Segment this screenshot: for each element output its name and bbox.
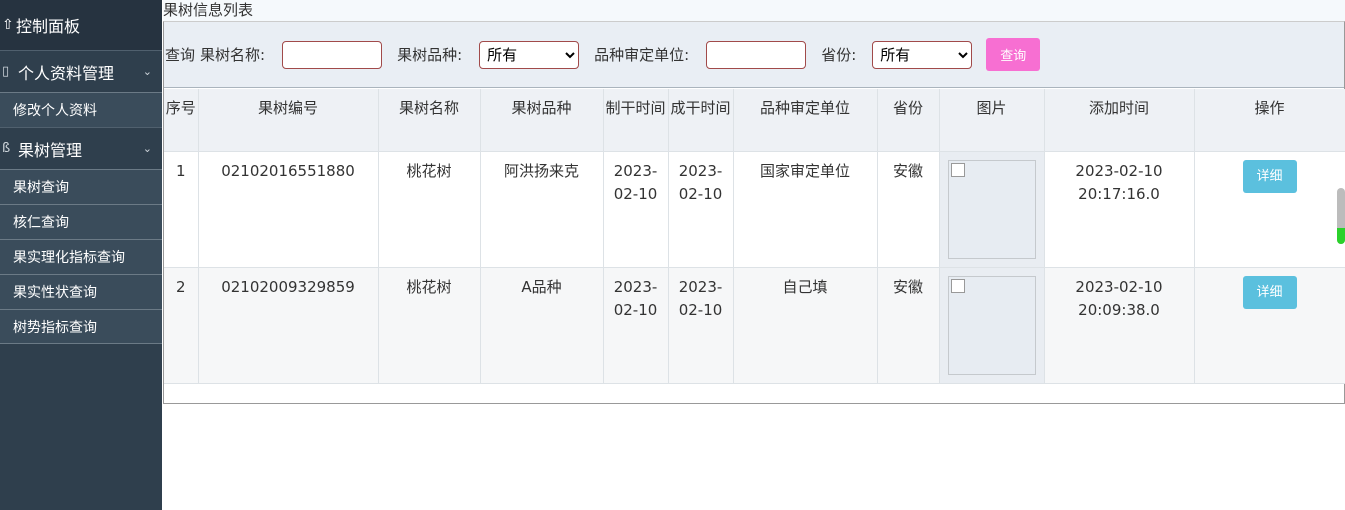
- sidebar-item-edit-profile[interactable]: 修改个人资料: [0, 92, 162, 127]
- cell-index: 2: [164, 267, 199, 384]
- search-bar: 查询 果树名称: 果树品种: 所有 品种审定单位: 省份: 所有 查询: [164, 22, 1344, 88]
- tree-image: [947, 275, 1036, 375]
- cell-unit: 国家审定单位: [733, 151, 878, 268]
- col-header-make-time: 制干时间: [603, 89, 669, 152]
- col-header-image: 图片: [939, 89, 1045, 152]
- cell-make-time: 2023-02-10: [603, 151, 669, 268]
- col-header-index: 序号: [164, 89, 199, 152]
- cell-dry-time: 2023-02-10: [668, 267, 734, 384]
- tree-variety-label: 果树品种:: [397, 46, 463, 64]
- cell-added: 2023-02-10 20:17:16.0: [1044, 151, 1195, 268]
- province-label: 省份:: [821, 46, 857, 64]
- tree-icon: ß: [2, 141, 11, 156]
- detail-button[interactable]: 详细: [1242, 159, 1297, 193]
- sidebar-header-label: 控制面板: [16, 17, 81, 36]
- cell-code: 02102009329859: [198, 267, 379, 384]
- broken-image-icon: [950, 278, 965, 293]
- cell-make-time: 2023-02-10: [603, 267, 669, 384]
- tree-table: 序号 果树编号 果树名称 果树品种 制干时间 成干时间 品种审定单位 省份 图片…: [164, 89, 1345, 384]
- breadcrumb: 果树信息列表: [163, 0, 1345, 21]
- scrollbar-indicator: [1337, 228, 1345, 244]
- table-row: 1 02102016551880 桃花树 阿洪扬来克 2023-02-10 20…: [164, 151, 1345, 268]
- tree-name-input[interactable]: [282, 40, 383, 69]
- sidebar: ⇧ 控制面板 ▯ 个人资料管理 ⌄ 修改个人资料 ß 果树管理 ⌄ 果树查询 核…: [0, 0, 162, 510]
- query-button[interactable]: 查询: [986, 38, 1041, 71]
- profile-icon: ▯: [2, 64, 10, 79]
- col-header-code: 果树编号: [198, 89, 379, 152]
- sidebar-item-fruit-physchem-query[interactable]: 果实理化指标查询: [0, 239, 162, 274]
- cell-province: 安徽: [877, 267, 940, 384]
- col-header-variety: 果树品种: [480, 89, 604, 152]
- unit-input[interactable]: [706, 40, 807, 69]
- cell-variety: A品种: [480, 267, 604, 384]
- cell-province: 安徽: [877, 151, 940, 268]
- col-header-added: 添加时间: [1044, 89, 1195, 152]
- sidebar-group-label: 个人资料管理: [18, 63, 115, 83]
- query-label: 查询: [165, 46, 196, 64]
- sidebar-group-profile[interactable]: ▯ 个人资料管理 ⌄: [0, 50, 162, 92]
- list-panel: 查询 果树名称: 果树品种: 所有 品种审定单位: 省份: 所有 查询 序号 果…: [163, 21, 1345, 404]
- col-header-province: 省份: [877, 89, 940, 152]
- chevron-down-icon: ⌄: [142, 65, 152, 78]
- table-row: 2 02102009329859 桃花树 A品种 2023-02-10 2023…: [164, 267, 1345, 384]
- cell-unit: 自己填: [733, 267, 878, 384]
- cell-name: 桃花树: [378, 151, 481, 268]
- unit-label: 品种审定单位:: [594, 46, 690, 64]
- cell-dry-time: 2023-02-10: [668, 151, 734, 268]
- col-header-action: 操作: [1194, 89, 1345, 152]
- col-header-name: 果树名称: [378, 89, 481, 152]
- col-header-dry-time: 成干时间: [668, 89, 734, 152]
- cell-name: 桃花树: [378, 267, 481, 384]
- cell-action: 详细: [1194, 267, 1345, 384]
- cell-image: [939, 267, 1045, 384]
- cell-added: 2023-02-10 20:09:38.0: [1044, 267, 1195, 384]
- cell-code: 02102016551880: [198, 151, 379, 268]
- tree-image: [947, 159, 1036, 259]
- cell-image: [939, 151, 1045, 268]
- sidebar-item-vigor-query[interactable]: 树势指标查询: [0, 309, 162, 344]
- sidebar-header[interactable]: ⇧ 控制面板: [0, 0, 162, 50]
- chevron-down-icon: ⌄: [142, 142, 152, 155]
- sidebar-group-label: 果树管理: [18, 140, 83, 160]
- sidebar-item-fruit-trait-query[interactable]: 果实性状查询: [0, 274, 162, 309]
- detail-button[interactable]: 详细: [1242, 275, 1297, 309]
- cell-variety: 阿洪扬来克: [480, 151, 604, 268]
- cell-action: 详细: [1194, 151, 1345, 268]
- dashboard-icon: ⇧: [2, 17, 14, 33]
- sidebar-group-fruit-tree[interactable]: ß 果树管理 ⌄: [0, 127, 162, 169]
- broken-image-icon: [950, 162, 965, 177]
- col-header-unit: 品种审定单位: [733, 89, 878, 152]
- tree-variety-select[interactable]: 所有: [479, 40, 580, 69]
- province-select[interactable]: 所有: [872, 40, 973, 69]
- sidebar-item-tree-query[interactable]: 果树查询: [0, 169, 162, 204]
- main-content: 果树信息列表 查询 果树名称: 果树品种: 所有 品种审定单位: 省份: 所有 …: [163, 0, 1345, 510]
- cell-index: 1: [164, 151, 199, 268]
- sidebar-item-kernel-query[interactable]: 核仁查询: [0, 204, 162, 239]
- table-header-row: 序号 果树编号 果树名称 果树品种 制干时间 成干时间 品种审定单位 省份 图片…: [164, 89, 1345, 152]
- tree-name-label: 果树名称:: [200, 46, 266, 64]
